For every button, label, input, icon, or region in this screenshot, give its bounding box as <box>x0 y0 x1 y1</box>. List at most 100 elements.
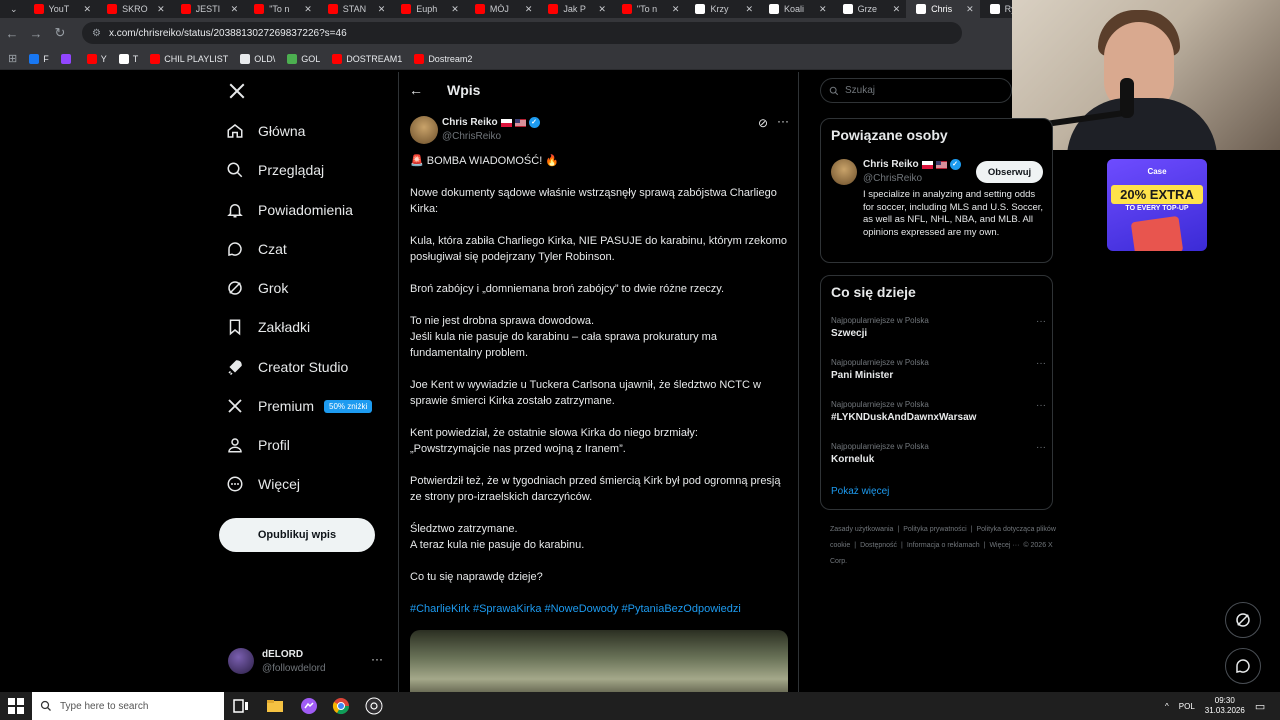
tab-close-icon[interactable]: ✕ <box>819 4 827 15</box>
bookmark-item[interactable]: F <box>29 53 49 64</box>
tab-list-button[interactable]: ⌄ <box>0 0 24 18</box>
follow-button[interactable]: Obserwuj <box>976 161 1043 183</box>
browser-tab[interactable]: Jak P ✕ <box>538 0 612 18</box>
trend-more-icon[interactable]: ··· <box>1036 442 1046 453</box>
messenger-icon[interactable] <box>300 697 318 715</box>
forward-icon[interactable]: → <box>24 26 48 41</box>
gift-box-image <box>1130 215 1184 251</box>
browser-tab[interactable]: JESTI ✕ <box>171 0 245 18</box>
tab-title: Jak P <box>563 4 586 14</box>
grok-explain-icon[interactable]: ⊘ <box>758 116 768 130</box>
bookmark-item[interactable]: Y <box>86 53 107 64</box>
language-indicator[interactable]: POL <box>1179 702 1195 711</box>
browser-tab[interactable]: Rysz✕ <box>980 0 1012 18</box>
nav-item-przeglądaj[interactable]: Przeglądaj <box>226 158 324 182</box>
bookmark-item[interactable] <box>60 53 75 64</box>
obs-icon[interactable] <box>365 697 383 715</box>
nav-item-powiadomienia[interactable]: Powiadomienia <box>226 198 353 222</box>
browser-tab[interactable]: Euph ✕ <box>391 0 465 18</box>
tab-close-icon[interactable]: ✕ <box>378 4 386 15</box>
notifications-icon[interactable]: ▭ <box>1255 700 1265 713</box>
trend-more-icon[interactable]: ··· <box>1036 316 1046 327</box>
browser-tab[interactable]: YouT ✕ <box>24 0 98 18</box>
footer-link[interactable]: Polityka prywatności <box>903 526 966 533</box>
tab-favicon-icon <box>180 4 191 14</box>
show-more-link[interactable]: Pokaż więcej <box>831 486 889 497</box>
nav-item-grok[interactable]: Grok <box>226 276 288 300</box>
browser-tab[interactable]: Grze ✕ <box>833 0 907 18</box>
x-logo-icon[interactable] <box>228 82 246 105</box>
url-field[interactable]: ⚙ x.com/chrisreiko/status/20388130272698… <box>82 22 962 44</box>
ad-banner[interactable]: Case 20% EXTRA TO EVERY TOP-UP <box>1107 159 1207 251</box>
trend-item[interactable]: Najpopularniejsze w Polska Szwecji ··· <box>831 316 1046 346</box>
browser-tab[interactable]: Chris ✕ <box>906 0 980 18</box>
browser-tab[interactable]: "To n ✕ <box>612 0 686 18</box>
browser-tab[interactable]: Krzy ✕ <box>685 0 759 18</box>
tab-close-icon[interactable]: ✕ <box>451 4 459 15</box>
tab-close-icon[interactable]: ✕ <box>745 4 753 15</box>
nav-item-czat[interactable]: Czat <box>226 237 287 261</box>
clock[interactable]: 09:30 31.03.2026 <box>1205 696 1245 716</box>
browser-tab[interactable]: "To n ✕ <box>244 0 318 18</box>
bookmark-item[interactable]: CHIL PLAYLIST <box>150 53 228 64</box>
taskbar-search[interactable]: Type here to search <box>32 692 224 720</box>
related-name-row[interactable]: Chris Reiko ✓ <box>863 159 961 170</box>
tab-close-icon[interactable]: ✕ <box>598 4 606 15</box>
related-avatar[interactable] <box>831 159 857 185</box>
author-avatar[interactable] <box>410 116 438 144</box>
bookmark-item[interactable]: OLD\ <box>240 53 275 64</box>
browser-tab[interactable]: Koali ✕ <box>759 0 833 18</box>
post-hashtags[interactable]: #CharlieKirk #SprawaKirka #NoweDowody #P… <box>410 601 788 617</box>
tab-close-icon[interactable]: ✕ <box>304 4 312 15</box>
tab-close-icon[interactable]: ✕ <box>672 4 680 15</box>
apps-grid-icon[interactable]: ⊞ <box>8 52 17 65</box>
windows-start-icon[interactable] <box>8 698 24 714</box>
tab-close-icon[interactable]: ✕ <box>84 4 92 15</box>
nav-item-główna[interactable]: Główna <box>226 119 305 143</box>
tab-close-icon[interactable]: ✕ <box>157 4 165 15</box>
tab-close-icon[interactable]: ✕ <box>231 4 239 15</box>
footer-link[interactable]: Więcej ··· <box>989 542 1019 549</box>
nav-item-premium[interactable]: Premium 50% zniżki <box>226 394 373 418</box>
browser-tab[interactable]: MÓJ ✕ <box>465 0 539 18</box>
verified-badge-icon: ✓ <box>528 117 540 128</box>
task-view-icon[interactable] <box>232 697 250 715</box>
author-name-row[interactable]: Chris Reiko ✓ <box>442 117 540 128</box>
file-explorer-icon[interactable] <box>266 697 284 715</box>
footer-link[interactable]: Informacja o reklamach <box>907 542 980 549</box>
nav-item-creator-studio[interactable]: Creator Studio <box>226 355 348 379</box>
account-switcher[interactable]: dELORD @followdelord ··· <box>228 648 388 678</box>
more-icon[interactable]: ··· <box>371 652 383 666</box>
nav-item-zakładki[interactable]: Zakładki <box>226 315 310 339</box>
footer-link[interactable]: Zasady użytkowania <box>830 526 893 533</box>
bookmark-item[interactable]: GOL <box>287 53 320 64</box>
messages-fab[interactable] <box>1225 648 1261 684</box>
grok-fab[interactable] <box>1225 602 1261 638</box>
chrome-icon[interactable] <box>332 697 350 715</box>
trend-item[interactable]: Najpopularniejsze w Polska #LYKNDuskAndDa… <box>831 400 1046 430</box>
tab-close-icon[interactable]: ✕ <box>893 4 901 15</box>
tab-close-icon[interactable]: ✕ <box>525 4 533 15</box>
tray-chevron-icon[interactable]: ^ <box>1165 702 1169 711</box>
back-icon[interactable]: ← <box>0 26 24 41</box>
trend-item[interactable]: Najpopularniejsze w Polska Pani Minister ·… <box>831 358 1046 388</box>
bookmark-item[interactable]: DOSTREAM1 <box>332 53 402 64</box>
tab-close-icon[interactable]: ✕ <box>966 4 974 15</box>
post-more-icon[interactable]: ··· <box>777 114 789 128</box>
trend-more-icon[interactable]: ··· <box>1036 358 1046 369</box>
search-input[interactable]: Szukaj <box>820 78 1012 103</box>
trend-item[interactable]: Najpopularniejsze w Polska Korneluk ··· <box>831 442 1046 472</box>
nav-item-profil[interactable]: Profil <box>226 433 290 457</box>
reload-icon[interactable]: ↻ <box>48 25 72 41</box>
browser-tab[interactable]: STAN ✕ <box>318 0 392 18</box>
back-arrow-icon[interactable]: ← <box>409 82 423 98</box>
browser-tab[interactable]: SKRO ✕ <box>97 0 171 18</box>
post-media-image[interactable] <box>410 630 788 692</box>
bookmark-item[interactable]: T <box>118 53 138 64</box>
footer-link[interactable]: Dostępność <box>860 542 897 549</box>
trend-more-icon[interactable]: ··· <box>1036 400 1046 411</box>
bookmark-item[interactable]: Dostream2 <box>414 53 472 64</box>
site-info-icon[interactable]: ⚙ <box>92 28 101 39</box>
post-button[interactable]: Opublikuj wpis <box>219 518 375 552</box>
nav-item-więcej[interactable]: Więcej <box>226 472 300 496</box>
